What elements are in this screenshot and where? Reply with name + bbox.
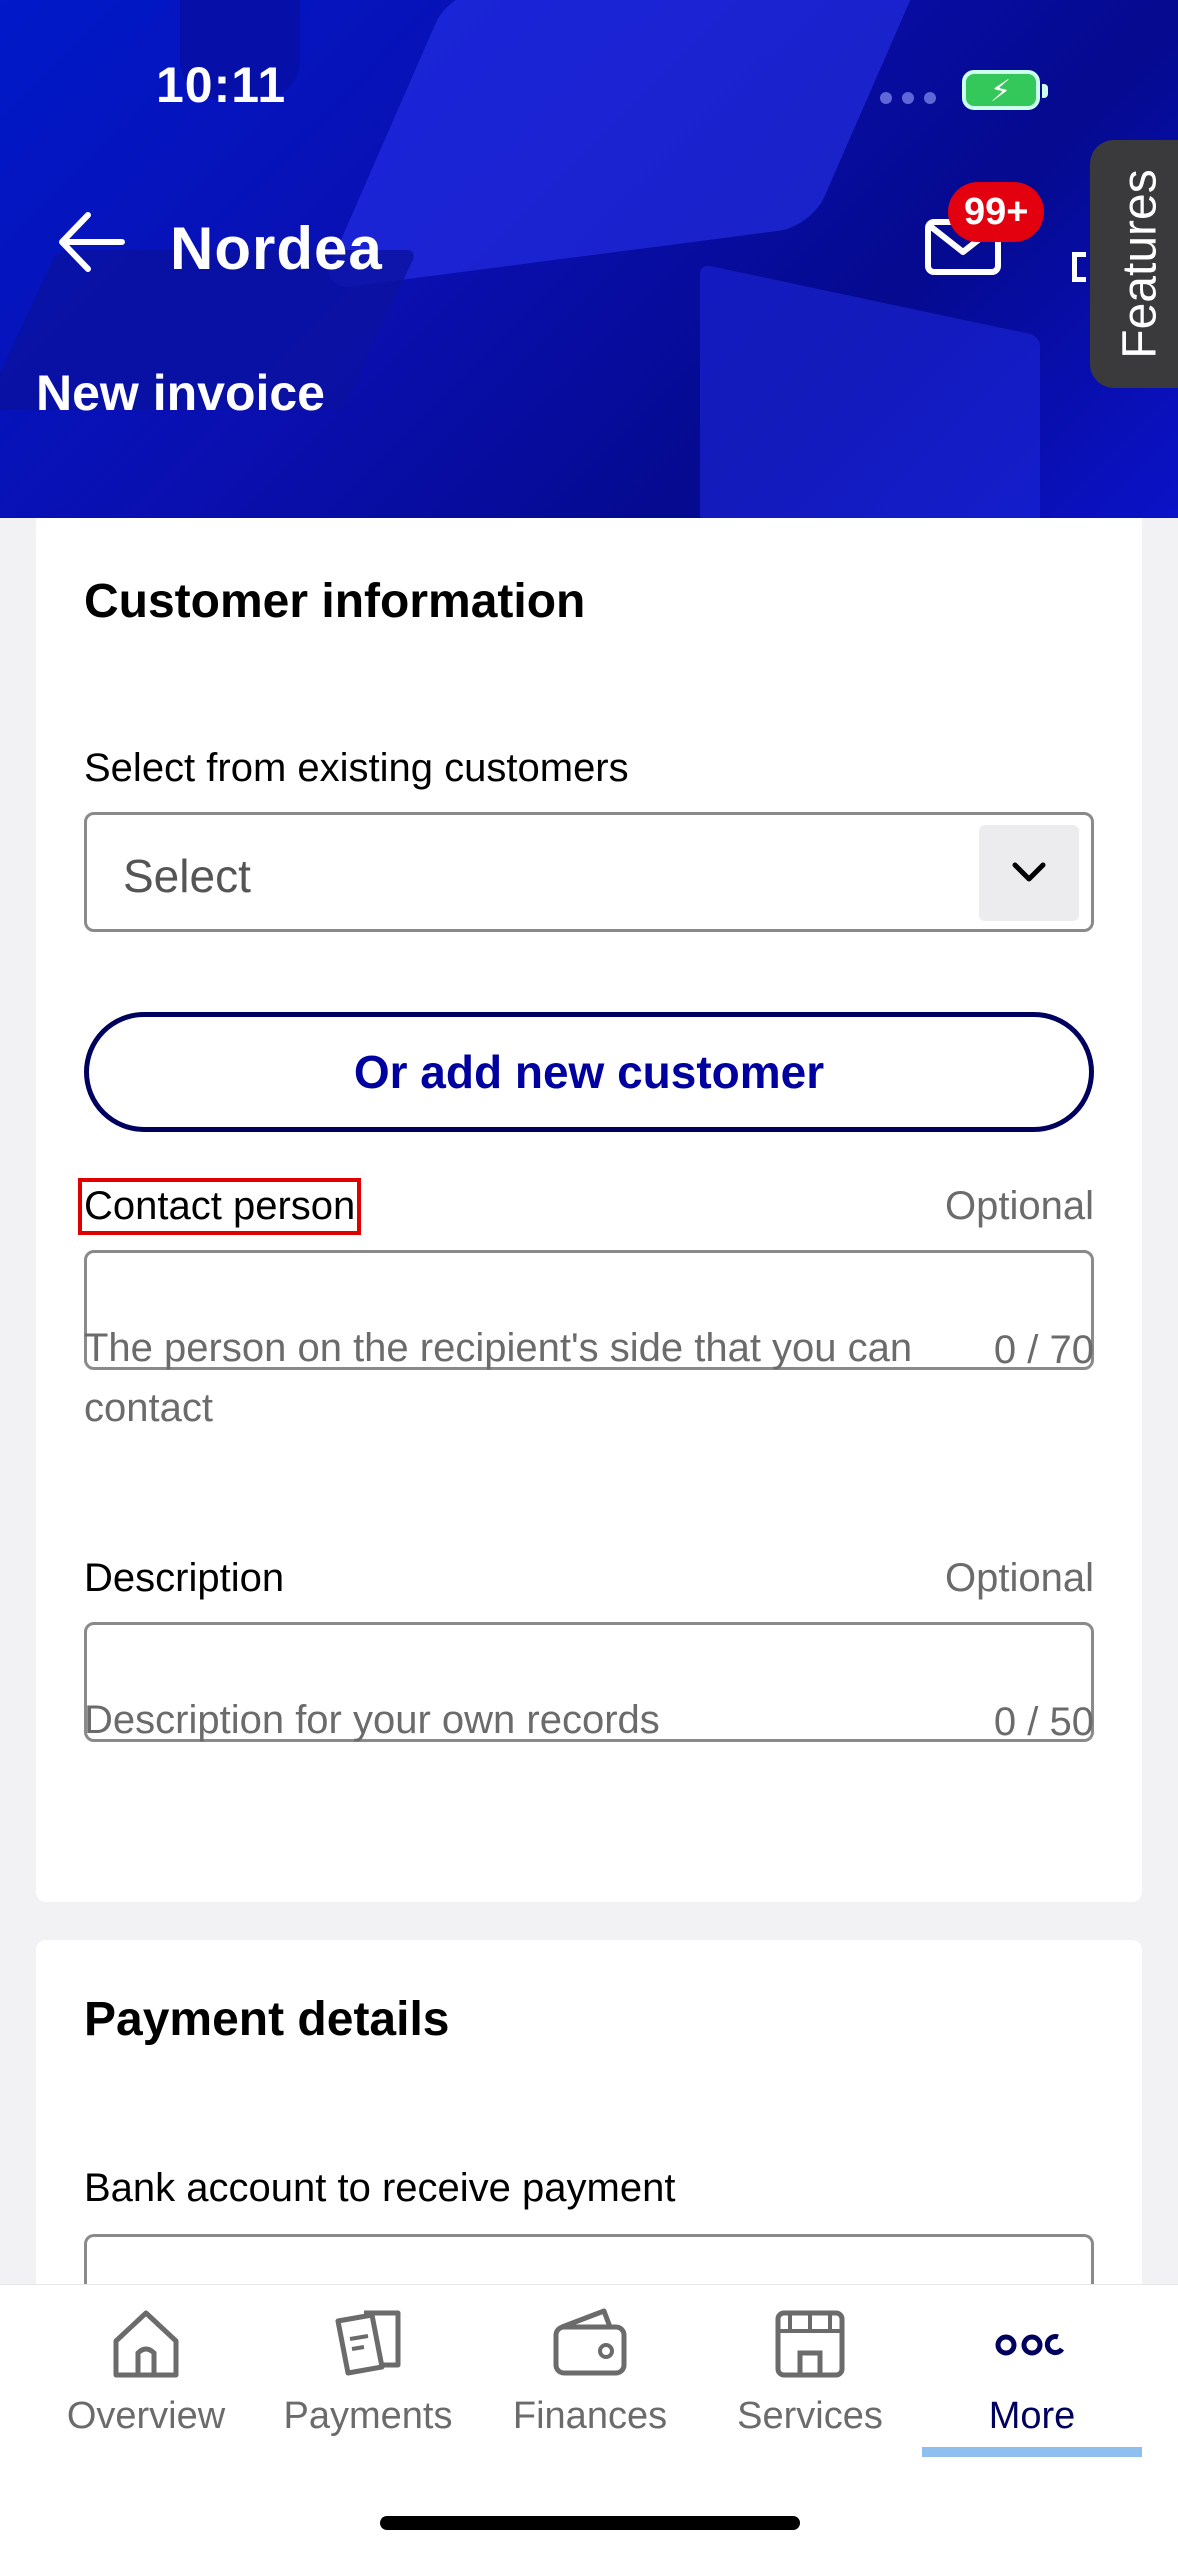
customer-information-card: Customer information Select from existin… <box>36 518 1142 1902</box>
features-tab[interactable]: Features <box>1090 140 1178 388</box>
battery-icon: ⚡ <box>962 70 1048 110</box>
chevron-down-icon <box>1012 862 1046 882</box>
contact-person-counter: 0 / 70 <box>993 1328 1094 1372</box>
documents-icon <box>335 2310 401 2376</box>
menu-icon[interactable] <box>1072 252 1086 282</box>
section-title: Customer information <box>84 575 586 628</box>
select-customer-label: Select from existing customers <box>84 746 629 790</box>
header-decoration <box>318 0 942 291</box>
nav-label: Payments <box>283 2395 453 2437</box>
signal-dots-icon <box>880 92 936 104</box>
wallet-icon <box>553 2308 627 2376</box>
nav-overview[interactable]: Overview <box>36 2305 256 2465</box>
nav-finances[interactable]: Finances <box>480 2305 700 2465</box>
nav-label: Overview <box>66 2395 226 2437</box>
screen: 10:11 ⚡ Nordea New invoice 99+ Features … <box>0 0 1178 2556</box>
brand-logo: Nordea <box>170 215 383 282</box>
contact-person-helper: The person on the recipient's side that … <box>84 1326 913 1430</box>
dropdown-toggle[interactable] <box>979 825 1079 921</box>
nav-label: Finances <box>512 2395 668 2437</box>
active-tab-indicator <box>922 2447 1142 2457</box>
description-label: Description <box>84 1556 285 1600</box>
section-title: Payment details <box>84 1993 450 2046</box>
description-helper: Description for your own records <box>84 1698 660 1742</box>
nav-label: More <box>988 2395 1076 2437</box>
home-indicator <box>380 2516 800 2530</box>
nav-label: Services <box>737 2395 883 2437</box>
house-icon <box>113 2310 179 2378</box>
nav-services[interactable]: Services <box>700 2305 920 2465</box>
optional-tag: Optional <box>945 1556 1094 1600</box>
nav-payments[interactable]: Payments <box>258 2305 478 2465</box>
page-title: New invoice <box>36 365 325 421</box>
select-placeholder: Select <box>123 850 251 902</box>
header-banner: 10:11 ⚡ Nordea New invoice 99+ <box>0 0 1178 518</box>
customer-select[interactable]: Select <box>84 812 1094 932</box>
status-time: 10:11 <box>156 57 287 113</box>
optional-tag: Optional <box>945 1184 1094 1228</box>
header-decoration <box>700 263 1040 518</box>
contact-person-label: Contact person <box>77 1178 362 1235</box>
description-counter: 0 / 50 <box>993 1700 1094 1744</box>
bank-account-label: Bank account to receive payment <box>84 2166 676 2210</box>
more-dots-icon <box>995 2334 1065 2356</box>
notification-badge: 99+ <box>948 182 1045 242</box>
nav-more[interactable]: More <box>922 2305 1142 2465</box>
shop-icon <box>775 2310 845 2378</box>
add-new-customer-button[interactable]: Or add new customer <box>84 1012 1094 1132</box>
back-arrow-icon[interactable] <box>52 205 126 279</box>
features-tab-label: Features <box>1113 169 1167 359</box>
